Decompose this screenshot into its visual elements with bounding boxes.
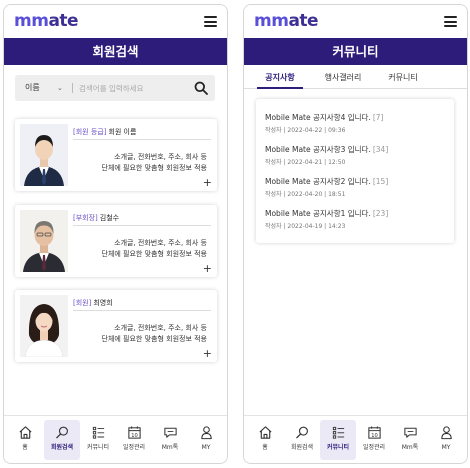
hamburger-menu-icon[interactable] [204,16,217,27]
bottom-nav: 홈 회원검색 커뮤니티 10 일정관리 Mm톡 MY [244,415,467,463]
svg-text:10: 10 [371,433,378,439]
search-icon [295,426,308,439]
notice-title: Mobile Mate 공지사항3 입니다. [34] [265,145,389,154]
mmate-logo[interactable]: mmate [14,12,79,30]
notice-item[interactable]: Mobile Mate 공지사항3 입니다. [34] 작성자 | 2022-04… [265,145,447,167]
search-input[interactable] [79,75,179,101]
nav-item-home[interactable]: 홈 [247,420,283,460]
comment-count: [7] [372,113,384,122]
notice-title: Mobile Mate 공지사항2 입니다. [15] [265,177,389,186]
member-grade: [회원] [73,299,92,307]
member-search-screen: mmate 회원검색 이름 ⌄ [회원 등급]회원 이름 소개글 [3,4,228,464]
notice-title: Mobile Mate 공지사항1 입니다. [23] [265,209,389,218]
member-header: [부회장] 김철수 [73,213,211,226]
more-plus-icon[interactable]: + [203,263,212,274]
mmate-logo[interactable]: mmate [254,12,319,30]
member-card[interactable]: [부회장] 김철수 소개글, 전화번호, 주소, 회사 등 단체에 필요한 맞춤형… [15,205,217,277]
nav-item-community[interactable]: 커뮤니티 [80,420,116,460]
top-bar: mmate [4,5,227,38]
nav-item-member-search[interactable]: 회원검색 [44,420,80,460]
list-icon [92,426,104,439]
member-name: 최영희 [93,299,113,307]
search-field-select[interactable]: 이름 [25,75,40,101]
member-header: [회원 등급] 회원 이름 [73,127,211,140]
community-tabs: 공지사항 행사갤러리 커뮤니티 [244,67,467,89]
search-icon [55,426,68,439]
calendar-icon: 10 [127,426,141,439]
member-header: [회원] 최영희 [73,298,211,311]
more-plus-icon[interactable]: + [203,177,212,188]
member-photo [20,124,68,186]
bottom-nav: 홈 회원검색 커뮤니티 10 일정관리 Mm톡 MY [4,415,227,463]
chevron-down-icon[interactable]: ⌄ [57,75,63,101]
community-screen: mmate 커뮤니티 공지사항 행사갤러리 커뮤니티 Mobile Mate 공… [243,4,468,464]
search-icon[interactable] [194,81,208,95]
notice-meta: 작성자 | 2022-04-19 | 14:23 [265,223,346,230]
member-card[interactable]: [회원] 최영희 소개글, 전화번호, 주소, 회사 등 단체에 필요한 맞춤형 … [15,290,217,362]
member-name: 김철수 [99,214,120,222]
member-grade: [부회장] [73,214,98,222]
nav-item-mm-talk[interactable]: Mm톡 [152,420,188,460]
search-bar: 이름 ⌄ [15,75,215,101]
home-icon [258,426,272,439]
home-icon [18,426,32,439]
member-name: 회원 이름 [108,128,137,136]
member-description: 소개글, 전화번호, 주소, 회사 등 단체에 필요한 맞춤형 회원정보 적용 [101,324,208,343]
person-icon [440,426,452,440]
comment-count: [34] [372,145,389,154]
chat-icon [163,427,177,438]
page-title: 회원검색 [4,38,227,65]
nav-item-community[interactable]: 커뮤니티 [320,420,356,460]
nav-item-my[interactable]: MY [188,420,224,460]
nav-item-mm-talk[interactable]: Mm톡 [392,420,428,460]
top-bar: mmate [244,5,467,38]
nav-item-member-search[interactable]: 회원검색 [284,420,320,460]
nav-item-home[interactable]: 홈 [7,420,43,460]
nav-item-schedule[interactable]: 10 일정관리 [356,420,392,460]
notice-meta: 작성자 | 2022-04-21 | 12:50 [265,159,346,166]
member-card[interactable]: [회원 등급] 회원 이름 소개글, 전화번호, 주소, 회사 등 단체에 필요한… [15,119,217,191]
svg-text:10: 10 [131,433,138,439]
person-icon [200,426,212,440]
divider [72,83,73,93]
notice-item[interactable]: Mobile Mate 공지사항2 입니다. [15] 작성자 | 2022-04… [265,177,447,199]
member-photo [20,295,68,357]
comment-count: [15] [372,177,389,186]
notice-list: Mobile Mate 공지사항4 입니다. [7] 작성자 | 2022-04-… [256,99,454,243]
member-photo [20,210,68,272]
comment-count: [23] [372,209,389,218]
tab-event-gallery[interactable]: 행사갤러리 [315,67,371,89]
page-title: 커뮤니티 [244,38,467,65]
chat-icon [403,427,417,438]
nav-item-schedule[interactable]: 10 일정관리 [116,420,152,460]
member-grade: [회원 등급] [73,128,107,136]
member-description: 소개글, 전화번호, 주소, 회사 등 단체에 필요한 맞춤형 회원정보 적용 [101,239,208,258]
tab-notice[interactable]: 공지사항 [257,67,303,89]
hamburger-menu-icon[interactable] [444,16,457,27]
member-description: 소개글, 전화번호, 주소, 회사 등 단체에 필요한 맞춤형 회원정보 적용 [101,153,208,172]
notice-item[interactable]: Mobile Mate 공지사항4 입니다. [7] 작성자 | 2022-04-… [265,113,447,135]
notice-meta: 작성자 | 2022-04-20 | 18:51 [265,191,346,198]
nav-item-my[interactable]: MY [428,420,464,460]
tab-community[interactable]: 커뮤니티 [377,67,429,89]
more-plus-icon[interactable]: + [203,348,212,359]
notice-title: Mobile Mate 공지사항4 입니다. [7] [265,113,384,122]
calendar-icon: 10 [367,426,381,439]
notice-meta: 작성자 | 2022-04-22 | 09:36 [265,127,346,134]
notice-item[interactable]: Mobile Mate 공지사항1 입니다. [23] 작성자 | 2022-04… [265,209,447,231]
list-icon [332,426,344,439]
